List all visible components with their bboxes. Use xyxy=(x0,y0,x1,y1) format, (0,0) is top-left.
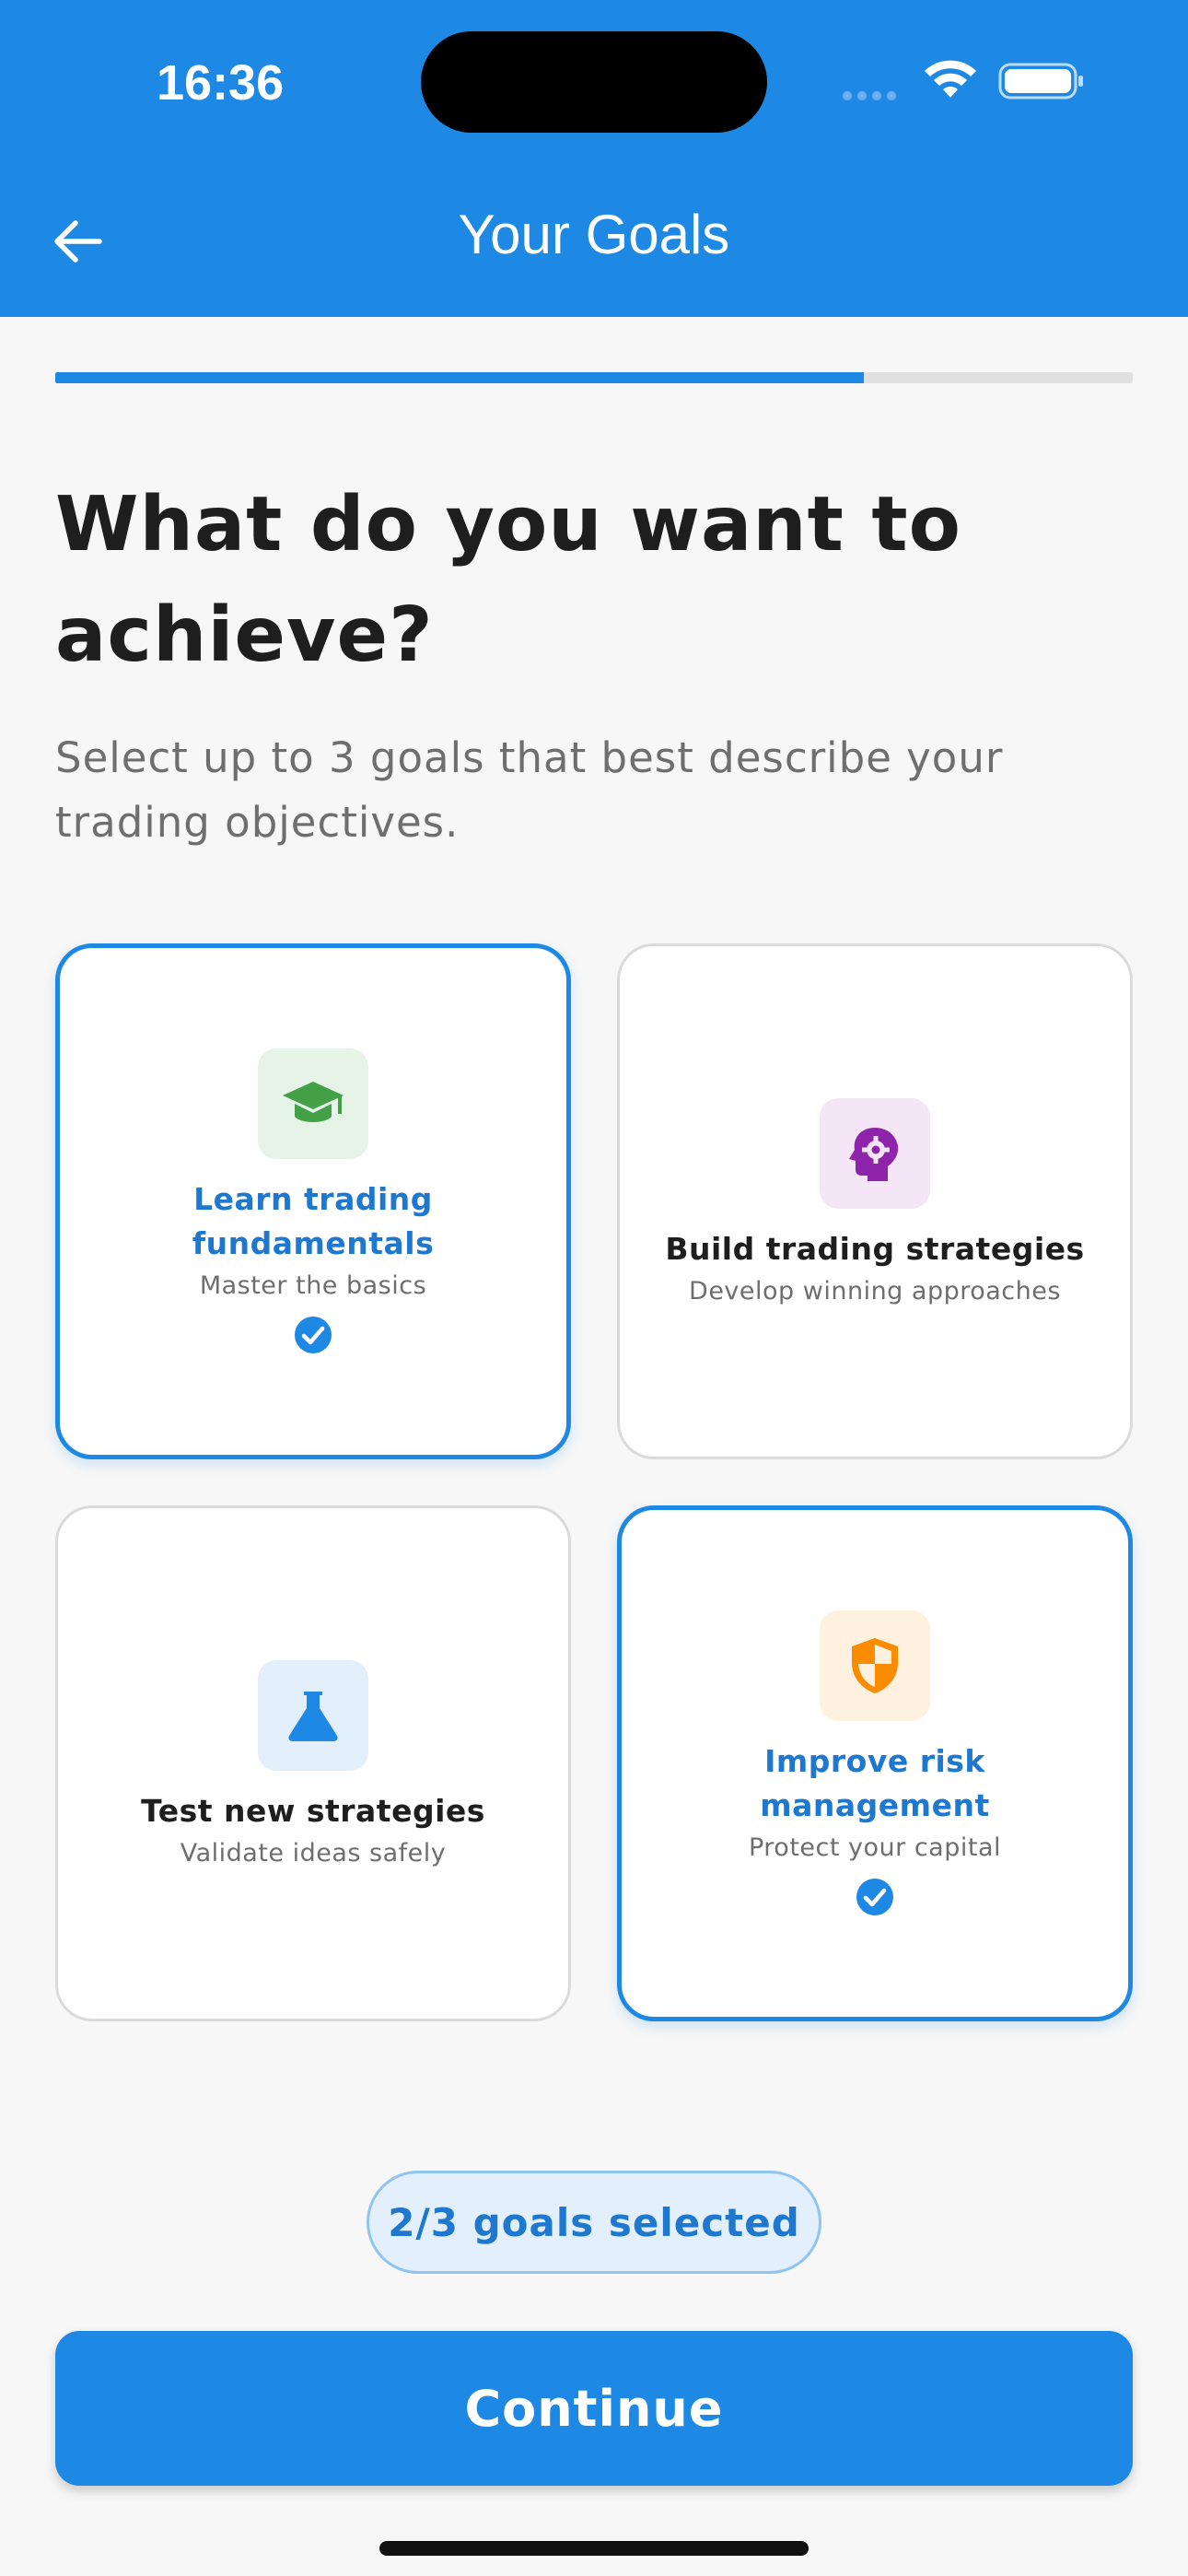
home-indicator xyxy=(379,2541,809,2556)
goal-icon-box xyxy=(820,1097,930,1209)
battery-icon xyxy=(998,63,1083,100)
question-subtext: Select up to 3 goals that best describe … xyxy=(55,733,1004,847)
goal-description: Protect your capital xyxy=(748,1832,1001,1862)
goal-description: Validate ideas safely xyxy=(180,1838,447,1868)
page-title: Your Goals xyxy=(458,204,730,265)
goal-description: Master the basics xyxy=(199,1270,427,1300)
goal-card-improve-risk-management[interactable]: Improve risk management Protect your cap… xyxy=(617,1505,1133,2021)
wifi-icon xyxy=(925,60,976,98)
flask-icon xyxy=(288,1691,338,1741)
goal-icon-box xyxy=(258,1659,368,1771)
goal-card-test-strategies[interactable]: Test new strategies Validate ideas safel… xyxy=(55,1505,571,2021)
status-time: 16:36 xyxy=(157,55,285,111)
check-circle-icon xyxy=(856,1878,893,1915)
continue-button[interactable]: Continue xyxy=(55,2331,1133,2486)
shield-icon xyxy=(852,1637,898,1693)
goal-icon-box xyxy=(820,1610,930,1721)
onboarding-progress-bar xyxy=(55,372,1133,383)
goal-title: Test new strategies xyxy=(141,1792,485,1829)
goal-icon-box xyxy=(258,1048,368,1159)
goal-title: Learn trading fundamentals xyxy=(192,1180,435,1261)
selection-count-badge: 2/3 goals selected xyxy=(367,2171,821,2274)
top-app-bar: 16:36 Your Goals xyxy=(0,0,1188,317)
goal-description: Develop winning approaches xyxy=(689,1276,1061,1306)
check-circle-icon xyxy=(295,1316,332,1353)
cellular-signal-icon xyxy=(843,87,902,104)
goal-card-learn-fundamentals[interactable]: Learn trading fundamentals Master the ba… xyxy=(55,943,571,1459)
goal-title: Build trading strategies xyxy=(665,1230,1085,1267)
goal-card-build-strategies[interactable]: Build trading strategies Develop winning… xyxy=(617,943,1133,1459)
graduation-cap-icon xyxy=(283,1081,344,1122)
goal-title: Improve risk management xyxy=(760,1742,990,1823)
progress-fill xyxy=(55,372,864,383)
question-heading: What do you want to achieve? xyxy=(55,481,961,679)
dynamic-island xyxy=(421,31,767,133)
brain-gear-icon xyxy=(849,1127,899,1181)
